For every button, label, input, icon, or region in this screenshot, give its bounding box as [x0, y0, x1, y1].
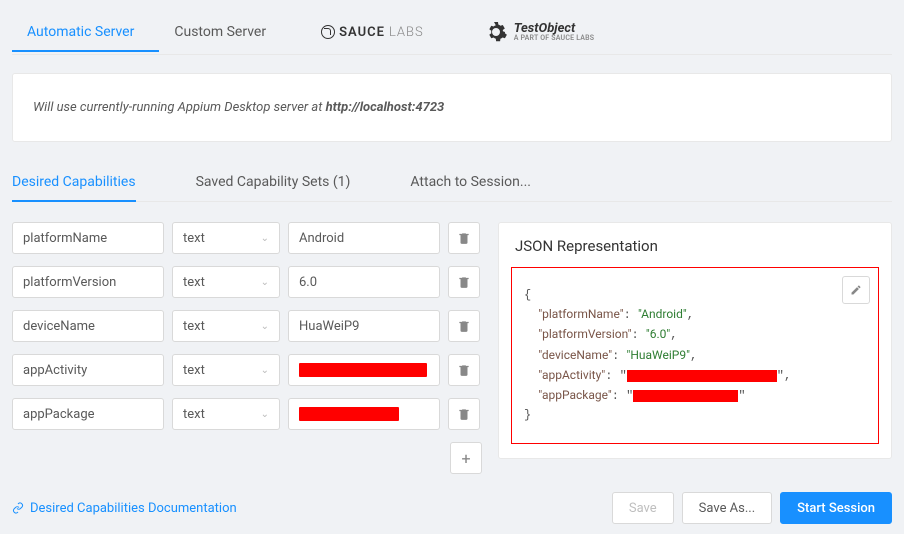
json-representation-card: JSON Representation { "platformName": "A…: [498, 222, 892, 459]
chevron-down-icon: ⌄: [261, 409, 269, 420]
json-box: { "platformName": "Android", "platformVe…: [511, 267, 879, 444]
doc-link[interactable]: Desired Capabilities Documentation: [12, 501, 237, 516]
capability-value-input[interactable]: [288, 222, 440, 254]
capabilities-list: text⌄ text⌄ text⌄ text⌄ text⌄ +: [12, 222, 482, 474]
capability-name-input[interactable]: [12, 266, 164, 298]
capability-type-select[interactable]: text⌄: [172, 398, 280, 430]
tab-automatic-server[interactable]: Automatic Server: [12, 14, 159, 52]
capability-type-select[interactable]: text⌄: [172, 310, 280, 342]
tab-testobject[interactable]: TestObject A PART OF SAUCE LABS: [454, 10, 625, 54]
capability-type-select[interactable]: text⌄: [172, 222, 280, 254]
capability-name-input[interactable]: [12, 354, 164, 386]
json-title: JSON Representation: [499, 237, 891, 267]
tab-desired-capabilities[interactable]: Desired Capabilities: [12, 164, 136, 202]
capability-type-select[interactable]: text⌄: [172, 266, 280, 298]
save-button[interactable]: Save: [612, 492, 674, 524]
testobject-sublabel: A PART OF SAUCE LABS: [514, 35, 595, 42]
capability-type-select[interactable]: text⌄: [172, 354, 280, 386]
delete-capability-button[interactable]: [448, 222, 480, 254]
delete-capability-button[interactable]: [448, 354, 480, 386]
tab-saved-capability-sets[interactable]: Saved Capability Sets (1): [196, 164, 351, 202]
server-tabs: Automatic Server Custom Server SAUCE LABS…: [12, 10, 892, 55]
capability-tabs: Desired Capabilities Saved Capability Se…: [12, 164, 892, 202]
tab-attach-session[interactable]: Attach to Session...: [410, 164, 531, 202]
delete-capability-button[interactable]: [448, 310, 480, 342]
capability-name-input[interactable]: [12, 398, 164, 430]
capability-value-input[interactable]: [288, 266, 440, 298]
save-as-button[interactable]: Save As...: [682, 492, 773, 524]
capability-row: text⌄: [12, 222, 482, 254]
chevron-down-icon: ⌄: [261, 233, 269, 244]
chevron-down-icon: ⌄: [261, 365, 269, 376]
capability-row: text⌄: [12, 354, 482, 386]
sauce-icon: [321, 25, 335, 39]
edit-json-button[interactable]: [842, 276, 870, 304]
delete-capability-button[interactable]: [448, 398, 480, 430]
capability-row: text⌄: [12, 398, 482, 430]
capability-value-input[interactable]: [288, 310, 440, 342]
delete-capability-button[interactable]: [448, 266, 480, 298]
server-info-url: http://localhost:4723: [326, 100, 445, 115]
sauce-label-light: LABS: [389, 25, 424, 40]
add-capability-button[interactable]: +: [450, 442, 482, 474]
chevron-down-icon: ⌄: [261, 277, 269, 288]
link-icon: [12, 502, 24, 514]
gear-icon: [484, 20, 508, 44]
capability-row: text⌄: [12, 310, 482, 342]
server-info-prefix: Will use currently-running Appium Deskto…: [33, 100, 326, 115]
capability-name-input[interactable]: [12, 310, 164, 342]
tab-saucelabs[interactable]: SAUCE LABS: [291, 15, 454, 50]
capability-value-input[interactable]: [288, 398, 440, 430]
server-info-card: Will use currently-running Appium Deskto…: [12, 73, 892, 142]
chevron-down-icon: ⌄: [261, 321, 269, 332]
tab-custom-server[interactable]: Custom Server: [159, 14, 291, 52]
json-content: { "platformName": "Android", "platformVe…: [524, 286, 866, 425]
capability-row: text⌄: [12, 266, 482, 298]
capability-name-input[interactable]: [12, 222, 164, 254]
start-session-button[interactable]: Start Session: [780, 492, 892, 524]
sauce-label-bold: SAUCE: [339, 25, 385, 40]
capability-value-input[interactable]: [288, 354, 440, 386]
